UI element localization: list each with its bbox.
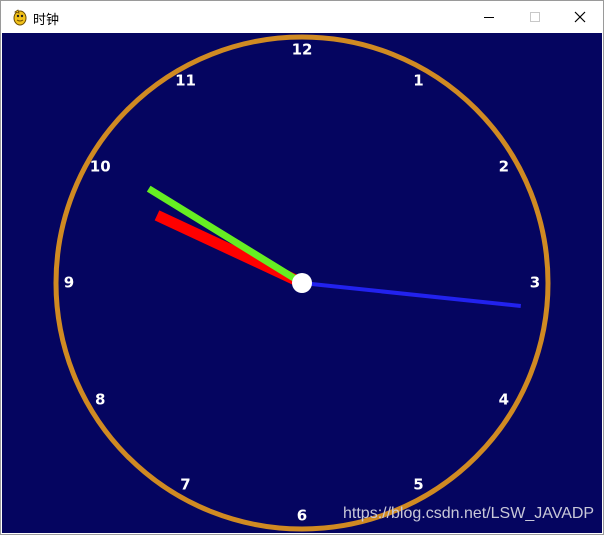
clock-number-7: 7	[180, 475, 191, 494]
clock-number-2: 2	[498, 157, 509, 175]
minimize-button[interactable]	[466, 1, 512, 33]
clock-number-6: 6	[296, 506, 308, 525]
window-title: 时钟	[33, 13, 60, 28]
clock-number-3: 3	[529, 273, 541, 292]
clock-face	[53, 34, 551, 532]
center-dot	[292, 273, 312, 293]
second-hand	[301, 281, 522, 308]
clock-number-8: 8	[94, 390, 106, 408]
clock-canvas: 12 1 2 3 4 5 6 7 8 9 10 11 https://blog.csdn.net/LS…	[2, 33, 602, 533]
watermark-text: https://blog.csdn.net/LSW_JAVADP	[343, 505, 595, 522]
close-button[interactable]	[557, 1, 603, 33]
clock-number-12: 12	[291, 40, 313, 59]
pygame-snake-icon	[11, 8, 29, 26]
app-window: 时钟 12 1 2 3 4 5 6 7 8 9 10 11 https://blog.csdn.net…	[0, 0, 604, 535]
close-icon	[574, 11, 586, 23]
maximize-icon	[530, 12, 540, 22]
clock-number-4: 4	[498, 390, 509, 408]
minute-hand	[146, 185, 304, 286]
clock-number-10: 10	[89, 157, 111, 175]
minimize-icon	[484, 17, 494, 18]
clock-number-1: 1	[413, 71, 424, 90]
clock-number-9: 9	[63, 273, 75, 292]
clock-number-5: 5	[413, 475, 424, 494]
maximize-button[interactable]	[512, 1, 558, 33]
clock-number-11: 11	[175, 71, 196, 90]
title-bar[interactable]: 时钟	[1, 1, 603, 33]
